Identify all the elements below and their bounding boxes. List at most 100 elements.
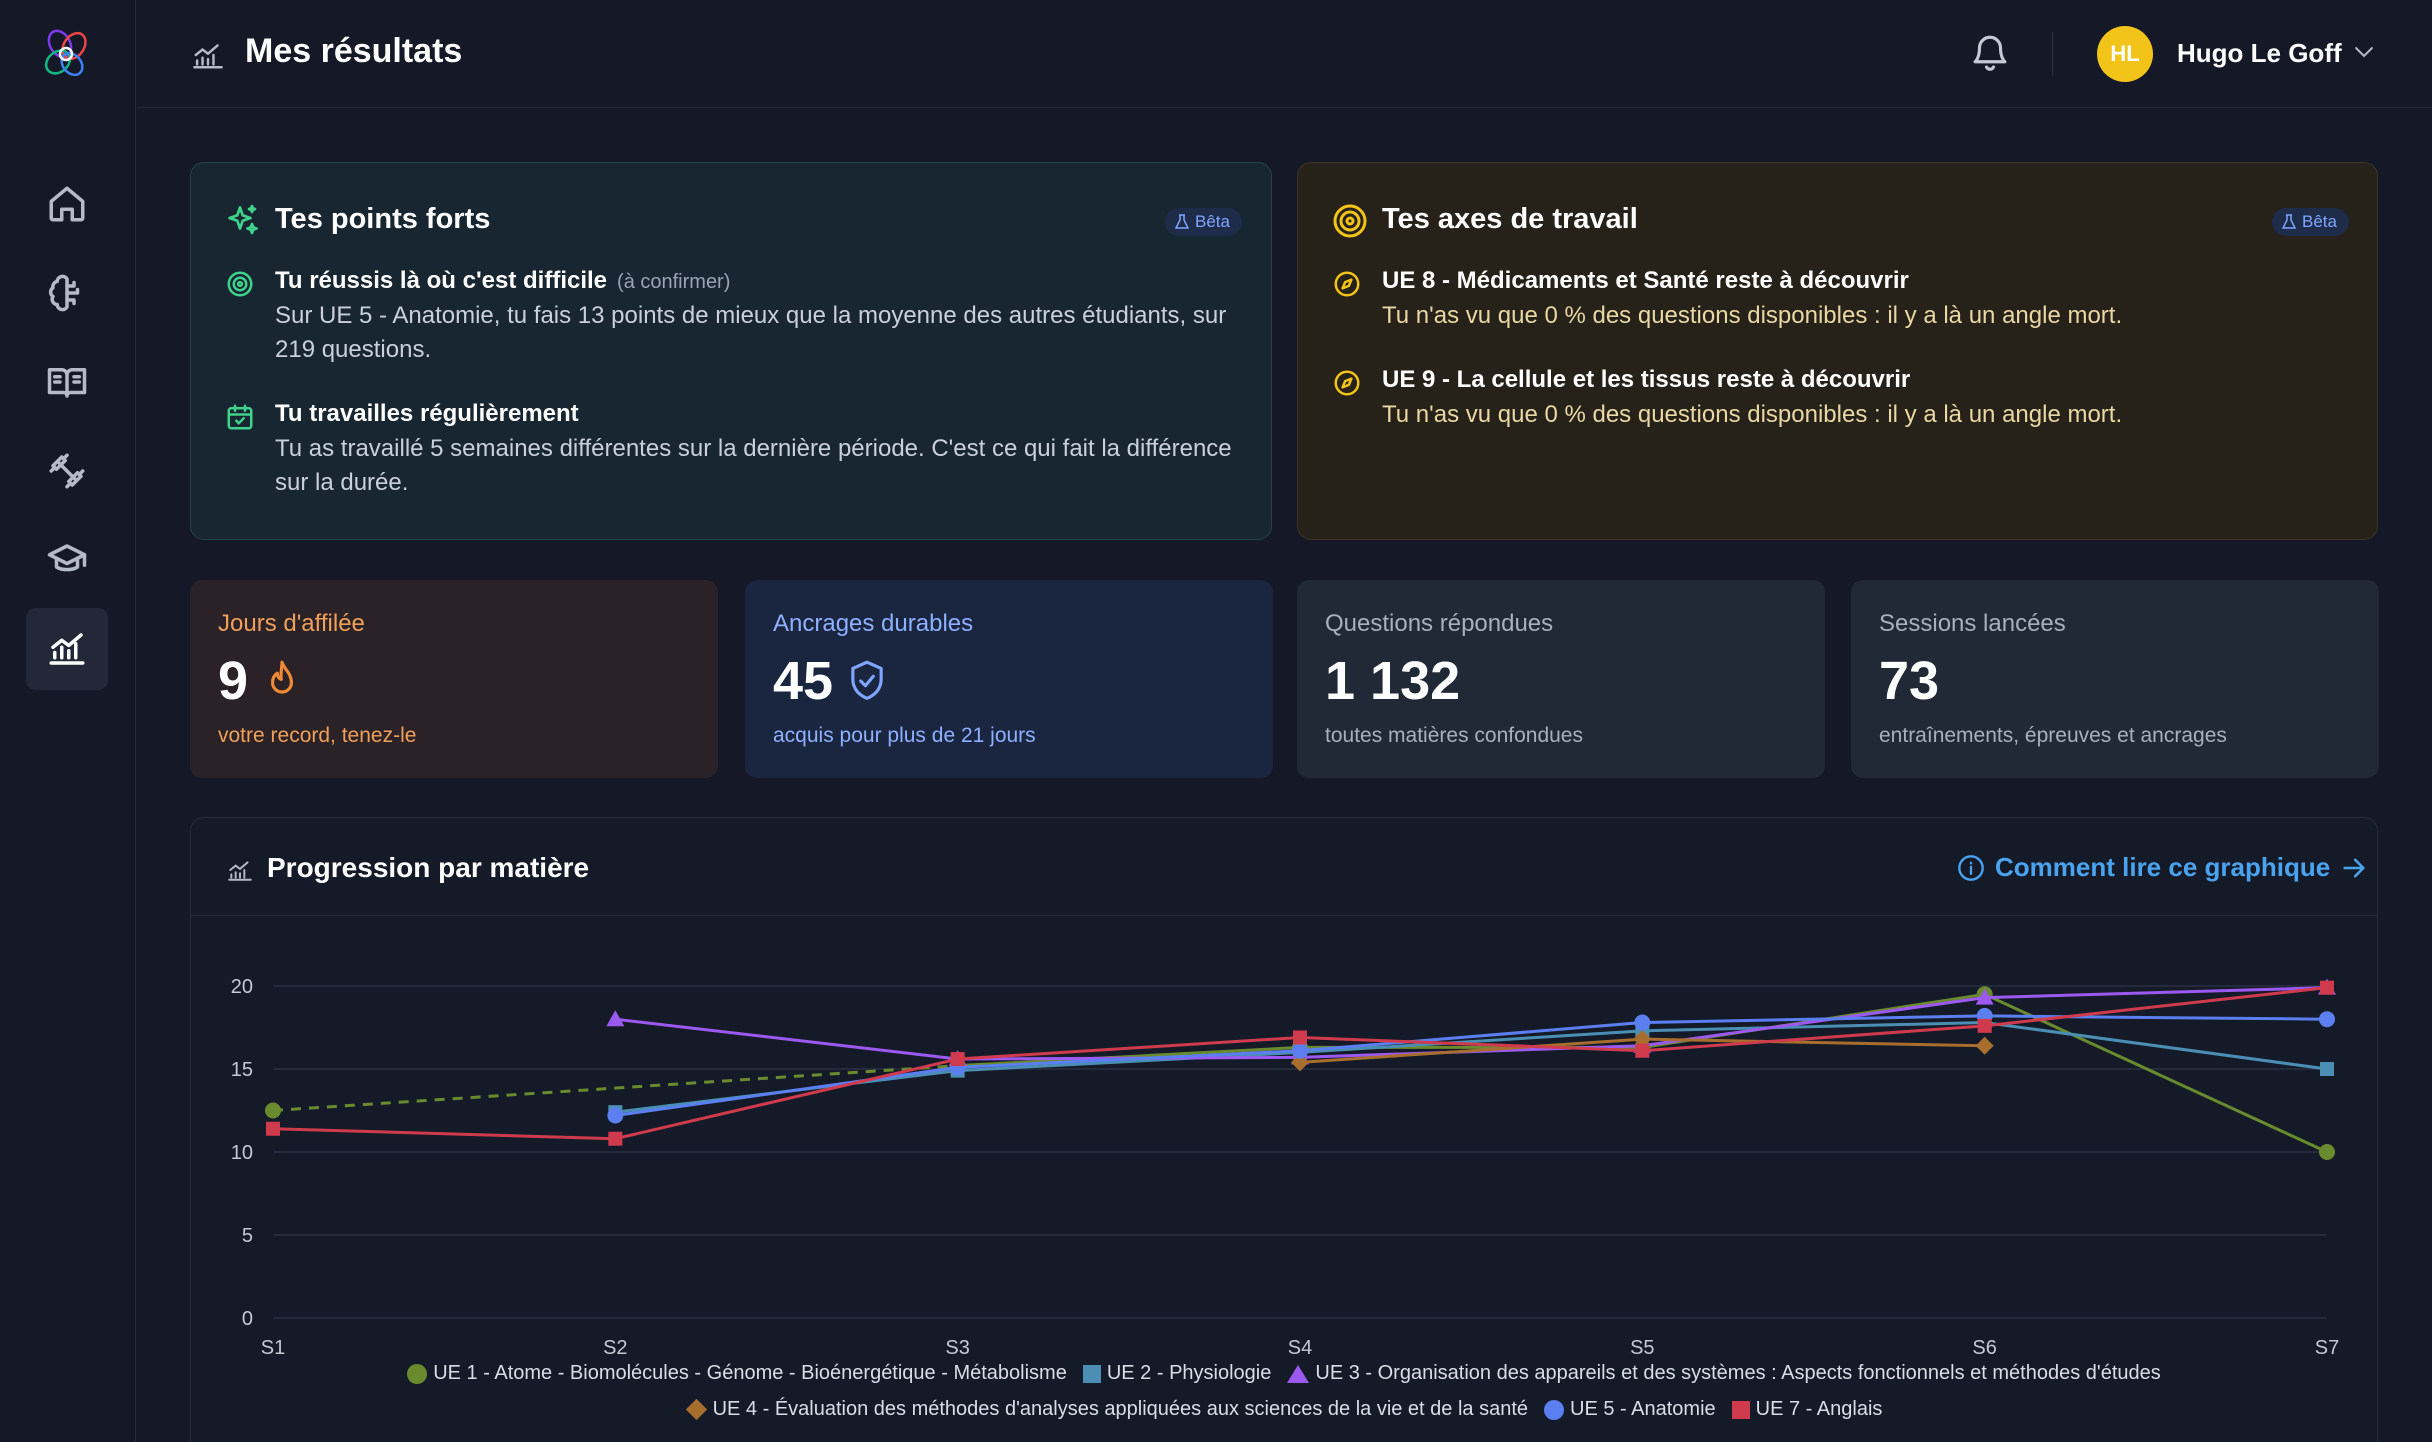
- header-divider: [2052, 32, 2053, 76]
- work-area-item-title: UE 9 - La cellule et les tissus reste à …: [1382, 366, 1911, 393]
- strength-item: Tu travailles régulièrement Tu as travai…: [227, 400, 1235, 500]
- chart-legend-row: UE 4 - Évaluation des méthodes d'analyse…: [191, 1398, 2377, 1421]
- x-tick-label: S2: [603, 1337, 627, 1356]
- chart-title: Progression par matière: [267, 852, 590, 883]
- legend-marker: [1287, 1364, 1310, 1383]
- progression-chart-card: Progression par matière Comment lire ce …: [190, 817, 2378, 1442]
- stat-sub: votre record, tenez-le: [218, 724, 417, 747]
- stat-label: Questions répondues: [1325, 610, 1554, 637]
- stat-number: 9: [218, 651, 249, 711]
- legend-item[interactable]: UE 5 - Anatomie: [1544, 1398, 1716, 1421]
- beta-label: Bêta: [2302, 212, 2337, 231]
- data-point: [950, 1052, 965, 1067]
- legend-label: UE 5 - Anatomie: [1570, 1398, 1716, 1420]
- sidebar-item-home[interactable]: [26, 163, 108, 245]
- legend-item[interactable]: UE 3 - Organisation des appareils et des…: [1287, 1362, 2161, 1385]
- sparkles-icon: [228, 204, 258, 235]
- x-tick-label: S3: [945, 1337, 969, 1356]
- calendar-check-icon: [227, 404, 253, 430]
- chart-help-label: Comment lire ce graphique: [1995, 852, 2331, 882]
- data-point: [2320, 980, 2334, 995]
- user-name[interactable]: Hugo Le Goff: [2177, 38, 2342, 69]
- y-tick-label: 15: [231, 1059, 253, 1081]
- work-area-item-text: Tu n'as vu que 0 % des questions disponi…: [1382, 302, 2123, 329]
- sidebar-item-book[interactable]: [26, 341, 108, 423]
- compass-icon: [1334, 370, 1360, 396]
- work-area-item: UE 9 - La cellule et les tissus reste à …: [1334, 366, 2342, 432]
- legend-marker: [1082, 1364, 1101, 1383]
- legend-item[interactable]: UE 2 - Physiologie: [1082, 1362, 1272, 1385]
- legend-marker: [1544, 1399, 1565, 1420]
- sidebar-item-training[interactable]: [26, 430, 108, 512]
- series-line-segment: [615, 1065, 958, 1117]
- legend-label: UE 4 - Évaluation des méthodes d'analyse…: [712, 1398, 1529, 1420]
- data-point: [1977, 1018, 1992, 1033]
- x-tick-label: S6: [1972, 1337, 1996, 1356]
- strength-item-hint: (à confirmer): [617, 271, 731, 293]
- strengths-card: Tes points forts Bêta Tu réussis là où c…: [190, 162, 1272, 540]
- data-point: [1975, 1036, 1994, 1055]
- data-point: [2319, 1144, 2335, 1160]
- chevron-down-icon[interactable]: [2353, 44, 2375, 60]
- sidebar-item-brain[interactable]: [26, 252, 108, 334]
- chart-trend-icon: [193, 44, 223, 69]
- y-tick-label: 0: [242, 1308, 253, 1330]
- data-point: [1293, 1030, 1307, 1045]
- sidebar: [0, 0, 136, 1442]
- legend-item[interactable]: UE 4 - Évaluation des méthodes d'analyse…: [685, 1398, 1529, 1421]
- x-tick-label: S1: [261, 1337, 285, 1356]
- stat-label: Jours d'affilée: [218, 610, 365, 637]
- chart-trend-icon: [49, 633, 85, 665]
- beta-badge: Bêta: [1165, 208, 1242, 236]
- app-logo[interactable]: [36, 22, 96, 86]
- legend-label: UE 2 - Physiologie: [1106, 1362, 1272, 1384]
- target-icon: [227, 271, 253, 297]
- flask-icon: [1175, 214, 1189, 229]
- flame-icon: [271, 660, 294, 694]
- sidebar-item-results[interactable]: [26, 608, 108, 690]
- legend-label: UE 7 - Anglais: [1755, 1398, 1883, 1420]
- strength-item-title: Tu réussis là où c'est difficile: [275, 267, 608, 294]
- legend-item[interactable]: UE 1 - Atome - Biomolécules - Génome - B…: [407, 1362, 1067, 1385]
- legend-marker: [685, 1398, 707, 1421]
- work-areas-title: Tes axes de travail: [1382, 203, 1638, 235]
- series-line-segment: [1984, 1021, 2328, 1071]
- home-icon: [49, 186, 85, 222]
- data-point: [606, 1010, 625, 1027]
- series-line-segment: [1642, 1037, 1985, 1048]
- data-point: [2320, 1062, 2334, 1076]
- compass-icon: [1334, 271, 1360, 297]
- stat-sub: acquis pour plus de 21 jours: [773, 724, 1036, 747]
- avatar[interactable]: HL: [2097, 26, 2153, 82]
- stat-number: 73: [1879, 651, 1940, 711]
- chart-help-link[interactable]: Comment lire ce graphique: [1957, 852, 2368, 883]
- data-point: [1634, 1014, 1651, 1031]
- flask-icon: [2282, 214, 2296, 229]
- sidebar-item-courses[interactable]: [26, 519, 108, 601]
- stat-sub: entraînements, épreuves et ancrages: [1879, 724, 2227, 747]
- legend-marker: [1731, 1400, 1750, 1419]
- x-tick-label: S7: [2315, 1337, 2339, 1356]
- data-point: [607, 1107, 624, 1124]
- series-line-segment: [272, 1127, 616, 1141]
- stat-number: 1 132: [1325, 651, 1461, 711]
- series-line-segment: [615, 1017, 958, 1061]
- y-tick-label: 10: [231, 1142, 253, 1164]
- strength-item: Tu réussis là où c'est difficile (à confi…: [227, 267, 1235, 367]
- strengths-title: Tes points forts: [275, 203, 491, 235]
- chart-header: Progression par matière Comment lire ce …: [191, 818, 2377, 916]
- beta-label: Bêta: [1195, 212, 1230, 231]
- legend-item[interactable]: UE 7 - Anglais: [1731, 1398, 1883, 1421]
- book-open-icon: [47, 368, 87, 398]
- target-icon: [1333, 204, 1367, 238]
- info-icon: [1958, 854, 1984, 881]
- legend-label: UE 3 - Organisation des appareils et des…: [1315, 1362, 2161, 1384]
- stat-streak: Jours d'affilée 9 votre record, tenez-le: [190, 580, 718, 778]
- stat-value: 9: [218, 650, 302, 712]
- stat-value: 45: [773, 650, 887, 712]
- progression-chart: 0 5 10 15 20 S1 S2 S3 S4 S5 S6 S7: [231, 976, 2339, 1356]
- strength-item-title: Tu travailles régulièrement: [275, 400, 579, 427]
- stat-sessions: Sessions lancées 73 entraînements, épreu…: [1851, 580, 2379, 778]
- stat-sub: toutes matières confondues: [1325, 724, 1583, 747]
- notification-bell-icon[interactable]: [1969, 30, 2011, 76]
